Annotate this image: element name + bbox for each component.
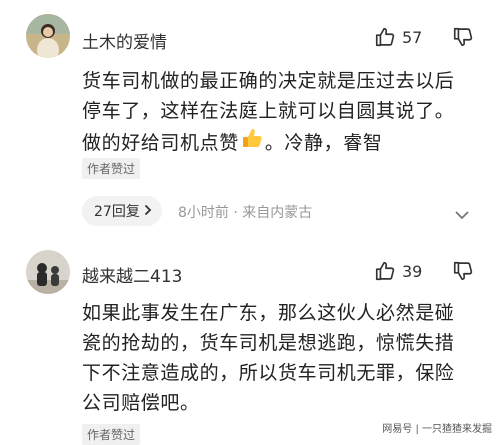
thumbs-down-icon (452, 26, 474, 48)
dislike-button[interactable] (452, 260, 474, 282)
username[interactable]: 越来越二413 (82, 262, 182, 287)
comment-text: 货车司机做的最正确的决定就是压过去以后 停车了，这样在法庭上就可以自圆其说了。 … (82, 66, 454, 159)
text-line: 做的好给司机点赞 。冷静，睿智 (82, 126, 454, 159)
thumbs-up-emoji-icon (240, 126, 264, 159)
reply-count-button[interactable]: 27回复 (82, 196, 162, 226)
text-line: 公司赔偿吧。 (82, 392, 200, 414)
text-line: 如果此事发生在广东，那么这伙人必然是碰 (82, 302, 455, 324)
text-line: 下不注意造成的，所以货车司机无罪，保险 (82, 362, 455, 384)
like-count: 57 (402, 27, 423, 47)
text-line: 停车了，这样在法庭上就可以自圆其说了。 (82, 100, 455, 122)
thumbs-down-icon (452, 260, 474, 282)
comment-text: 如果此事发生在广东，那么这伙人必然是碰 瓷的抢劫的，货车司机是想逃跑，惊慌失措 … (82, 298, 454, 418)
author-liked-badge: 作者赞过 (82, 424, 141, 445)
comment-item: 土木的爱情 57 货车司机做的最正确的决定就是压过去以后 停车了，这样在法庭上就… (0, 0, 500, 240)
dislike-button[interactable] (452, 26, 474, 48)
avatar[interactable] (26, 250, 70, 294)
avatar[interactable] (26, 14, 70, 58)
text-line: 货车司机做的最正确的决定就是压过去以后 (82, 70, 455, 92)
author-liked-badge: 作者赞过 (82, 158, 141, 179)
like-button[interactable]: 39 (374, 260, 422, 282)
comment-meta: 8小时前 · 来自内蒙古 (178, 205, 313, 221)
chevron-right-icon (144, 204, 152, 219)
reply-label: 27回复 (94, 204, 140, 220)
like-button[interactable]: 57 (374, 26, 422, 48)
like-count: 39 (402, 261, 423, 281)
watermark: 网易号 | 一只猹猹来发掘 (382, 424, 492, 435)
comment-item: 越来越二413 39 如果此事发生在广东，那么这伙人必然是碰 瓷的抢劫的，货车司… (0, 240, 500, 445)
thumbs-up-icon (374, 26, 396, 48)
chevron-down-icon[interactable] (454, 205, 470, 224)
text-line: 瓷的抢劫的，货车司机是想逃跑，惊慌失措 (82, 332, 455, 354)
thumbs-up-icon (374, 260, 396, 282)
username[interactable]: 土木的爱情 (82, 28, 167, 53)
